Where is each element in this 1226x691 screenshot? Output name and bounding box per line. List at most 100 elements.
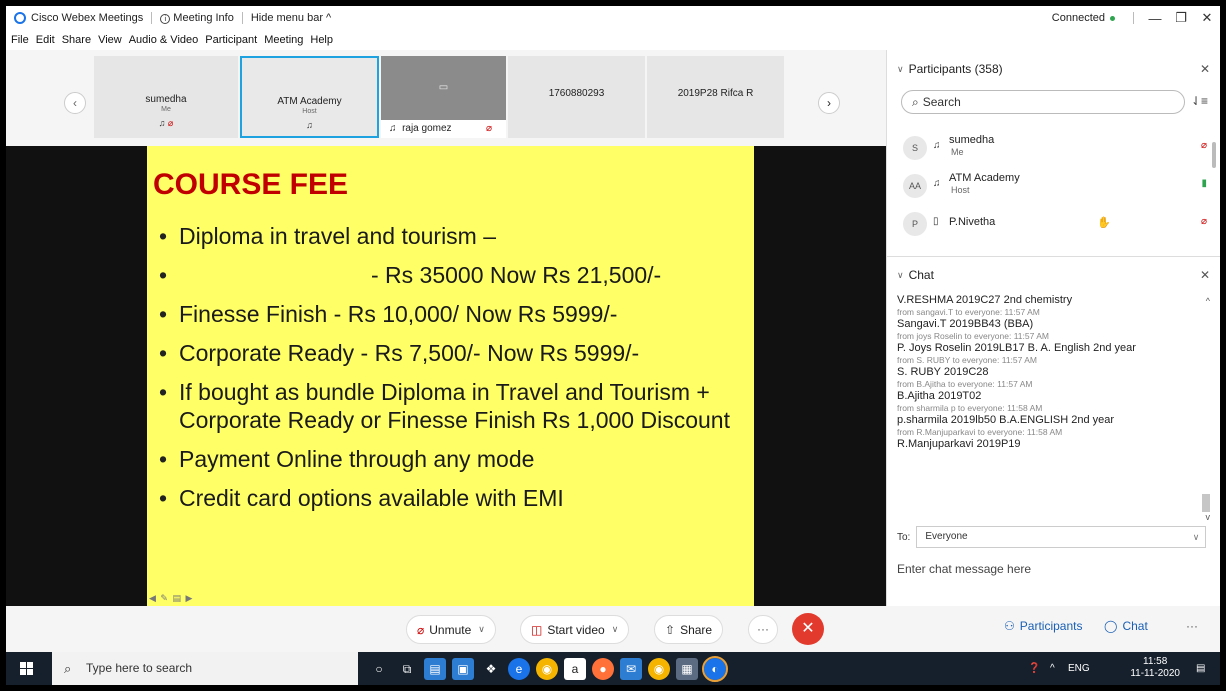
webex-taskbar-icon[interactable]: ◐: [702, 656, 728, 682]
file-explorer-icon[interactable]: ▤: [424, 658, 446, 680]
app-icon[interactable]: ▦: [676, 658, 698, 680]
chevron-down-icon: ∨: [897, 63, 904, 74]
connected-dot-icon: [1110, 15, 1115, 21]
video-thumbnail-strip: ‹ sumedha Me ♫ ⌀ ATM Academy Host ♫ ▭ ♫ …: [6, 50, 886, 146]
menu-help[interactable]: Help: [310, 34, 333, 46]
participants-scrollbar[interactable]: [1212, 142, 1216, 168]
avatar: S: [903, 136, 927, 160]
windows-start-icon[interactable]: [20, 662, 34, 676]
menu-audio-video[interactable]: Audio & Video: [129, 34, 199, 46]
thumbnail-rifca[interactable]: 2019P28 Rifca R: [647, 56, 784, 138]
close-window-button[interactable]: ✕: [1194, 10, 1220, 26]
prev-thumbnails-button[interactable]: ‹: [64, 92, 86, 114]
participant-search-input[interactable]: ⌕ Search: [901, 90, 1185, 114]
menu-file[interactable]: File: [11, 34, 29, 46]
connection-status: Connected: [1052, 12, 1115, 24]
thumbnail-raja-gomez[interactable]: ▭ ♫ raja gomez ⌀: [381, 56, 506, 138]
participant-row[interactable]: AA ♫ ATM Academy Host ▮: [887, 166, 1209, 204]
slide-nav-tools-icon[interactable]: ◀ ✎ ▤ ▶: [149, 593, 193, 604]
participants-header[interactable]: ∨ Participants (358): [897, 62, 1003, 76]
menu-meeting[interactable]: Meeting: [264, 34, 303, 46]
menu-edit[interactable]: Edit: [36, 34, 55, 46]
mail-icon[interactable]: ✉: [620, 658, 642, 680]
active-mic-icon: ▮: [1201, 178, 1207, 189]
participants-toggle-button[interactable]: ⚇ Participants: [1004, 619, 1082, 633]
edge-icon[interactable]: e: [508, 658, 530, 680]
phone-icon: ▯: [933, 216, 939, 227]
presentation-slide: COURSE FEE Diploma in travel and tourism…: [147, 146, 754, 606]
firefox-icon[interactable]: ●: [592, 658, 614, 680]
minimize-button[interactable]: —: [1142, 11, 1168, 26]
panel-more-button[interactable]: ···: [1186, 619, 1198, 633]
more-options-button[interactable]: ···: [748, 615, 778, 644]
chat-message-meta: from S. RUBY to everyone: 11:57 AM: [897, 355, 1038, 365]
language-indicator[interactable]: ENG: [1068, 652, 1090, 685]
chevron-down-icon: ∨: [1192, 532, 1200, 542]
scroll-down-icon[interactable]: v: [1206, 512, 1211, 522]
unmute-button[interactable]: ⌀ Unmute ∨: [406, 615, 496, 644]
cortana-icon[interactable]: ○: [368, 658, 390, 680]
headset-icon: ♫: [933, 140, 941, 151]
notifications-icon[interactable]: ▤: [1196, 652, 1205, 685]
chevron-down-icon: ∨: [478, 624, 485, 634]
participant-row[interactable]: S ♫ sumedha Me ⌀: [887, 128, 1209, 166]
next-thumbnails-button[interactable]: ›: [818, 92, 840, 114]
side-panel: ∨ Participants (358) ✕ ⌕ Search ⇃≡ S ♫ sum…: [886, 50, 1220, 606]
info-icon: i: [160, 14, 171, 24]
thumbnail-sumedha[interactable]: sumedha Me ♫ ⌀: [94, 56, 238, 138]
headset-icon: ♫: [158, 118, 166, 128]
menu-view[interactable]: View: [98, 34, 122, 46]
menu-participant[interactable]: Participant: [205, 34, 257, 46]
task-view-icon[interactable]: ⧉: [396, 658, 418, 680]
divider: [241, 12, 243, 24]
chat-scrollbar[interactable]: [1202, 494, 1210, 512]
webex-logo-icon: [14, 12, 26, 24]
chat-header[interactable]: ∨ Chat: [897, 268, 934, 282]
muted-mic-icon: ⌀: [1200, 140, 1207, 151]
muted-mic-icon: ⌀: [167, 118, 174, 128]
participant-row[interactable]: P ▯ P.Nivetha ✋ ⌀: [887, 204, 1209, 242]
start-video-button[interactable]: ◫ Start video ∨: [520, 615, 630, 644]
tray-expand-icon[interactable]: ^: [1050, 652, 1055, 685]
close-chat-button[interactable]: ✕: [1200, 268, 1210, 282]
chat-message-meta: from R.Manjuparkavi to everyone: 11:58 A…: [897, 427, 1063, 437]
chrome-icon[interactable]: ◉: [648, 658, 670, 680]
dropbox-icon[interactable]: ❖: [480, 658, 502, 680]
thumbnail-atm-academy[interactable]: ATM Academy Host ♫: [240, 56, 379, 138]
share-button[interactable]: ⇧ Share: [654, 615, 724, 644]
chat-message: Sangavi.T 2019BB43 (BBA): [897, 318, 1034, 330]
chat-message: V.RESHMA 2019C27 2nd chemistry: [897, 294, 1073, 306]
slide-bullet: Finesse Finish - Rs 10,000/ Now Rs 5999/…: [155, 300, 754, 328]
amazon-icon[interactable]: a: [564, 658, 586, 680]
chat-message-meta: from sharmila p to everyone: 11:58 AM: [897, 403, 1043, 413]
taskbar-clock[interactable]: 11:58 11-11-2020: [1130, 656, 1180, 680]
headset-icon: ♫: [389, 123, 397, 134]
restore-button[interactable]: ❐: [1168, 10, 1194, 26]
chat-toggle-button[interactable]: ◯ Chat: [1104, 619, 1148, 633]
shared-content-area: COURSE FEE Diploma in travel and tourism…: [6, 146, 886, 606]
chat-message: R.Manjuparkavi 2019P19: [897, 438, 1021, 450]
meeting-info-button[interactable]: i Meeting Info: [160, 12, 234, 24]
help-tray-icon[interactable]: ❓: [1028, 652, 1040, 685]
menu-share[interactable]: Share: [62, 34, 91, 46]
video-off-icon: ◫: [531, 622, 543, 637]
end-meeting-button[interactable]: ✕: [792, 613, 824, 645]
search-icon: ⌕: [912, 95, 919, 109]
scroll-up-icon[interactable]: ^: [1206, 296, 1210, 306]
close-participants-button[interactable]: ✕: [1200, 62, 1210, 76]
search-icon: ⌕: [64, 661, 72, 676]
thumbnail-1760880293[interactable]: 1760880293: [508, 56, 645, 138]
webex-window: Cisco Webex Meetings i Meeting Info Hide …: [6, 6, 1220, 685]
hide-menu-bar-button[interactable]: Hide menu bar ^: [251, 12, 331, 24]
meeting-controls-bar: ⌀ Unmute ∨ ◫ Start video ∨ ⇧ Share ··· ✕ ⚇ Par…: [6, 606, 1220, 652]
chrome-icon[interactable]: ◉: [536, 658, 558, 680]
avatar: AA: [903, 174, 927, 198]
sort-icon[interactable]: ⇃≡: [1191, 94, 1208, 108]
slide-bullet: Payment Online through any mode: [155, 445, 754, 473]
chat-message: B.Ajitha 2019T02: [897, 390, 982, 402]
store-icon[interactable]: ▣: [452, 658, 474, 680]
chat-recipient-select[interactable]: Everyone ∨: [916, 526, 1207, 548]
chat-message-input[interactable]: Enter chat message here: [897, 562, 1031, 576]
taskbar-search-input[interactable]: ⌕ Type here to search: [52, 652, 358, 685]
camera-off-icon: ▭: [438, 82, 449, 93]
